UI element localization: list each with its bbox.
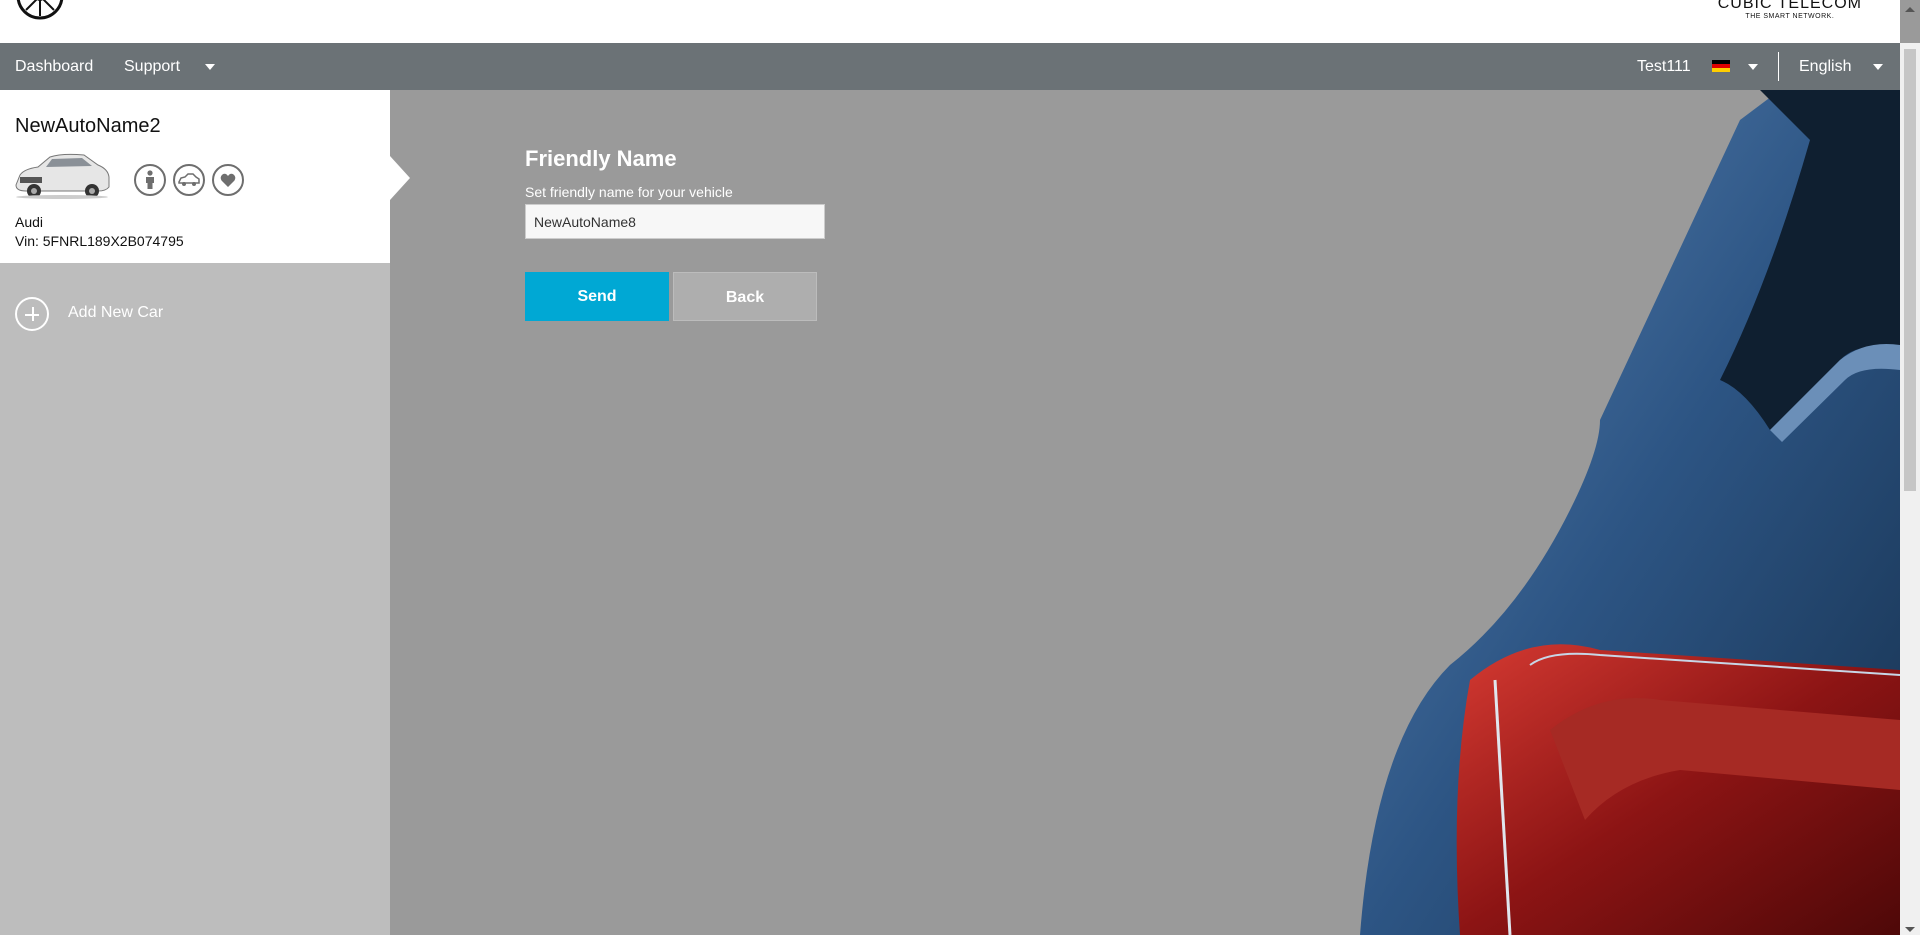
plus-circle-icon (15, 297, 49, 331)
user-menu[interactable]: Test111 (1637, 43, 1691, 90)
main-navbar: Dashboard Support Test111 English (0, 43, 1900, 90)
scroll-up-arrow-icon[interactable] (1905, 7, 1915, 12)
nav-divider (1778, 52, 1779, 81)
language-selector[interactable]: English (1799, 43, 1851, 90)
vehicle-card[interactable]: NewAutoName2 Audi Vin: 5FNRL189X2B074795 (0, 90, 390, 263)
back-button[interactable]: Back (673, 272, 817, 321)
brand-tagline: THE SMART NETWORK. (1745, 13, 1835, 20)
nav-dashboard-link[interactable]: Dashboard (15, 43, 93, 90)
heart-icon[interactable] (212, 164, 244, 196)
background-car-image (1360, 90, 1900, 935)
german-flag-icon[interactable] (1712, 60, 1730, 72)
scrollbar-thumb[interactable] (1904, 49, 1916, 491)
vehicle-name: NewAutoName2 (15, 115, 161, 137)
friendly-name-label: Set friendly name for your vehicle (525, 184, 733, 200)
car-thumbnail-image (15, 153, 110, 199)
friendly-name-input[interactable] (525, 204, 825, 239)
vehicle-vin: Vin: 5FNRL189X2B074795 (15, 233, 184, 249)
form-title: Friendly Name (525, 146, 677, 171)
wheel-logo-icon (16, 0, 64, 20)
card-pointer-arrow (390, 156, 410, 200)
brand-logo: CUBIC TELECOM THE SMART NETWORK. (1718, 0, 1862, 21)
send-button[interactable]: Send (525, 272, 669, 321)
language-chevron-down-icon[interactable] (1873, 64, 1883, 70)
brand-name: CUBIC TELECOM (1717, 0, 1862, 12)
vertical-scrollbar[interactable] (1900, 7, 1920, 935)
nav-support-link[interactable]: Support (124, 43, 180, 90)
scroll-down-arrow-icon[interactable] (1905, 927, 1915, 932)
vehicle-make: Audi (15, 214, 44, 230)
car-icon[interactable] (173, 164, 205, 196)
user-chevron-down-icon[interactable] (1748, 64, 1758, 70)
support-chevron-down-icon[interactable] (205, 64, 215, 70)
add-new-car-label: Add New Car (68, 304, 164, 321)
sidebar: NewAutoName2 Audi Vin: 5FNRL189X2B074795… (0, 90, 410, 935)
person-icon[interactable] (134, 164, 166, 196)
top-header: CUBIC TELECOM THE SMART NETWORK. (0, 0, 1900, 43)
